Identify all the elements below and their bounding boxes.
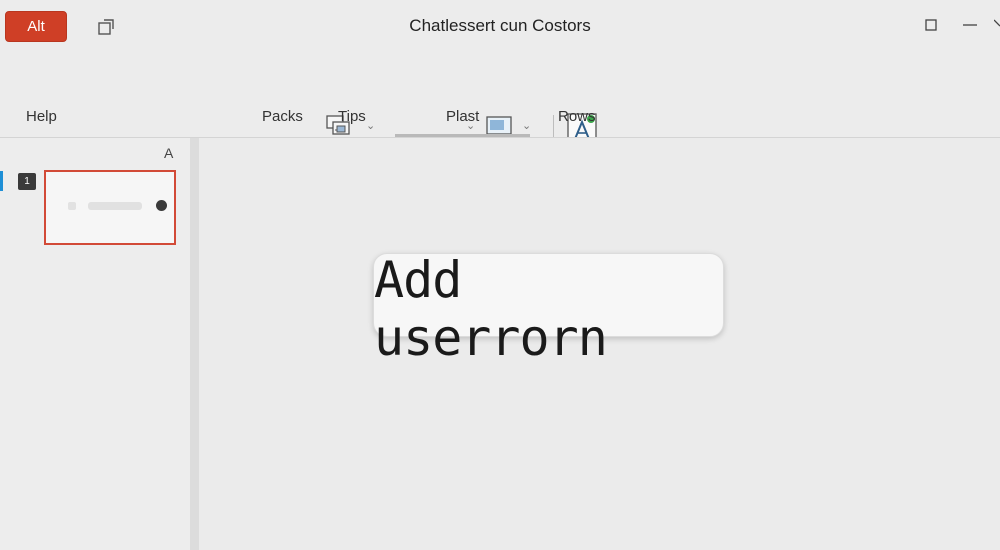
pane-splitter[interactable] [190, 138, 199, 550]
ribbon: ⌄ ⌄ ⌄ [0, 52, 1000, 147]
chevron-down-icon[interactable]: ⌄ [366, 119, 375, 132]
slide-number-badge: 1 [18, 173, 36, 190]
tab-tips[interactable]: Tips [338, 108, 366, 125]
pane-header-label: A [164, 145, 174, 161]
title-bar: Alt Chatlessert cun Costors [0, 0, 1000, 52]
maximize-icon[interactable] [922, 16, 940, 34]
thumbnail-placeholder-line [88, 202, 142, 210]
chevron-down-icon[interactable]: ⌄ [522, 119, 531, 132]
selection-marker [0, 171, 3, 191]
tab-help[interactable]: Help [26, 108, 57, 125]
tab-rows[interactable]: Rows [558, 108, 596, 125]
info-icon [156, 200, 167, 211]
add-user-button[interactable]: Add userrorn [373, 251, 724, 367]
close-icon[interactable] [993, 16, 1000, 34]
window-title: Chatlessert cun Costors [409, 16, 591, 35]
tab-plast[interactable]: Plast [446, 108, 479, 125]
slide-thumbnail[interactable] [44, 170, 176, 245]
tab-packs[interactable]: Packs [262, 108, 303, 125]
app-menu-button[interactable]: Alt [5, 11, 67, 42]
thumbnail-placeholder-dot [68, 202, 76, 210]
share-icon[interactable] [96, 17, 116, 37]
minimize-icon[interactable] [961, 16, 979, 34]
add-user-label: Add userrorn [374, 251, 608, 367]
